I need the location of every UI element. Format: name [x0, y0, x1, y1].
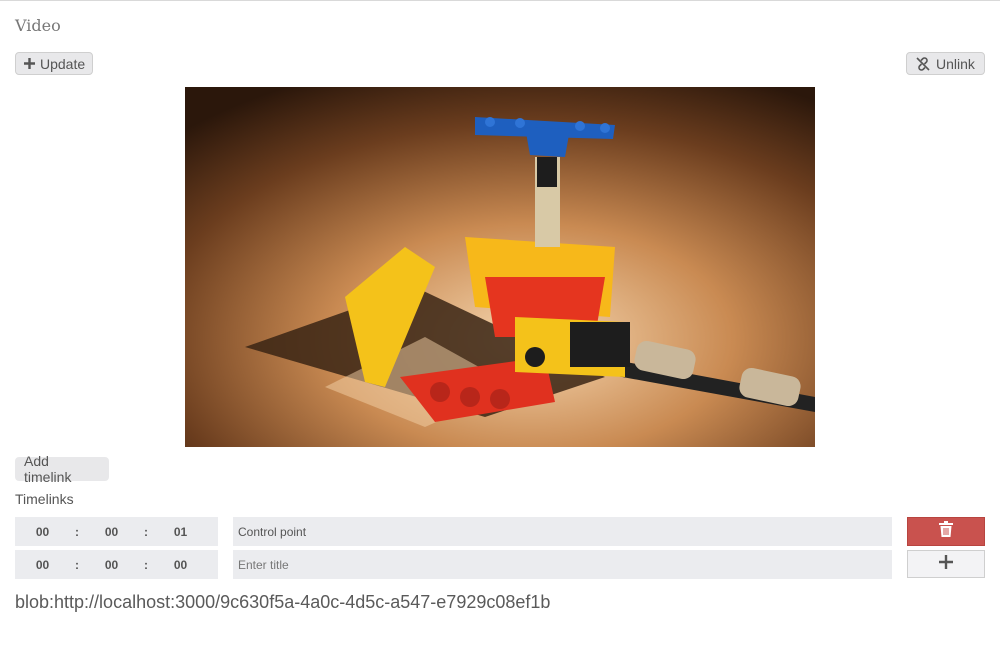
section-title: Video [15, 16, 61, 35]
plus-icon [939, 554, 953, 574]
update-button[interactable]: Update [15, 52, 93, 75]
video-source-url: blob:http://localhost:3000/9c630f5a-4a0c… [15, 592, 551, 612]
update-button-label: Update [40, 55, 86, 72]
video-frame [185, 87, 815, 447]
video-player[interactable] [185, 87, 815, 447]
minutes-field[interactable]: 00 [84, 525, 139, 539]
timelinks-heading: Timelinks [15, 491, 74, 507]
add-timelink-button[interactable]: Add timelink [15, 453, 109, 485]
timecode-input[interactable]: 00 : 00 : 00 [15, 550, 218, 579]
timecode-input[interactable]: 00 : 00 : 01 [15, 517, 218, 546]
hours-field[interactable]: 00 [15, 525, 70, 539]
hours-field[interactable]: 00 [15, 558, 70, 572]
seconds-field[interactable]: 00 [153, 558, 208, 572]
time-separator: : [75, 524, 79, 539]
unlink-button[interactable]: Unlink [906, 52, 985, 75]
unlink-button-label: Unlink [936, 55, 975, 72]
timelink-title-input[interactable] [233, 517, 892, 546]
minutes-field[interactable]: 00 [84, 558, 139, 572]
seconds-field[interactable]: 01 [153, 525, 208, 539]
top-divider [0, 0, 1000, 1]
time-separator: : [144, 557, 148, 572]
plus-icon [24, 58, 35, 69]
time-separator: : [144, 524, 148, 539]
trash-icon [939, 521, 953, 542]
delete-timelink-button[interactable] [907, 517, 985, 546]
unlink-icon [915, 56, 931, 72]
add-row-button[interactable] [907, 550, 985, 578]
new-timelink-title-input[interactable] [233, 550, 892, 579]
time-separator: : [75, 557, 79, 572]
